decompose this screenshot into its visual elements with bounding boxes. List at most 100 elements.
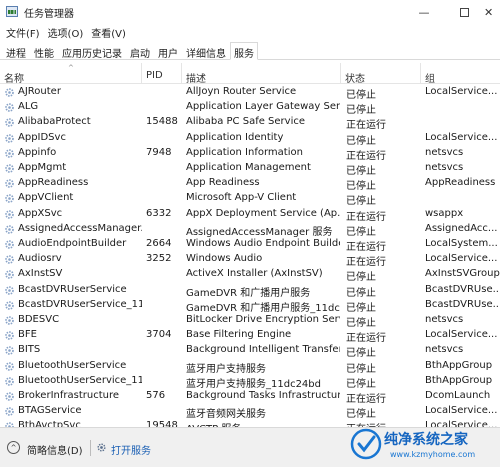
service-description: 蓝牙用户支持服务_11dc24bd (186, 378, 321, 390)
table-row[interactable]: BDESVC BitLocker Drive Encryption Serv...… (0, 313, 500, 329)
service-description: Windows Audio Endpoint Builder (186, 238, 340, 249)
status-divider (90, 440, 91, 456)
table-row[interactable]: ALG Application Layer Gateway Serv... 已停止 (0, 100, 500, 116)
service-status: 正在运行 (346, 333, 386, 345)
service-description: AVCTP 服务 (186, 420, 340, 427)
table-row[interactable]: AppMgmt Application Management 已停止 netsvcs (0, 161, 500, 177)
service-group: BcastDVRUse... (425, 298, 500, 310)
table-row[interactable]: AlibabaProtect 15488 Alibaba PC Safe Servi… (0, 115, 500, 132)
service-group: netsvcs (425, 146, 464, 158)
table-row[interactable]: BTAGService 蓝牙音频网关服务 已停止 LocalService... (0, 404, 500, 420)
service-description: 蓝牙用户支持服务 (186, 363, 266, 375)
service-gear-icon (5, 88, 14, 97)
service-group: netsvcs (425, 344, 464, 356)
table-row[interactable]: Appinfo 7948 Application Information 正在运行 ne… (0, 146, 500, 162)
service-name: BFE (18, 329, 37, 341)
table-row[interactable]: BcastDVRUserService_11... GameDVR 和广播用户服务… (0, 298, 500, 314)
service-description: Application Identity (186, 131, 284, 143)
service-status: 正在运行 (346, 211, 386, 223)
service-name: BthAvctpSvc (18, 420, 81, 427)
table-row[interactable]: AppXSvc 6332 AppX Deployment Service (Ap..… (0, 207, 500, 223)
watermark-logo-icon (350, 428, 382, 460)
service-group: BthAppGroup (425, 359, 493, 371)
service-status: 已停止 (346, 302, 376, 314)
menu-file[interactable]: 文件(F) (4, 24, 42, 41)
service-gear-icon (5, 179, 14, 188)
service-pid: 7948 (146, 146, 172, 158)
table-row[interactable]: AssignedAccessManager... AssignedAccessMa… (0, 222, 500, 238)
table-row[interactable]: BcastDVRUserService GameDVR 和广播用户服务 已停止 Bca… (0, 283, 500, 299)
table-row[interactable]: BITS Background Intelligent Transfer... 已停… (0, 343, 500, 359)
service-pid: 3704 (146, 329, 172, 341)
table-row[interactable]: Audiosrv 3252 Windows Audio 正在运行 LocalServic… (0, 252, 500, 269)
tab-users[interactable]: 用户 (154, 42, 182, 60)
service-status: 已停止 (346, 318, 376, 329)
table-row[interactable]: AppVClient Microsoft App-V Client 已停止 (0, 191, 500, 208)
open-services-link[interactable]: 打开服务 (111, 442, 151, 457)
tab-startup[interactable]: 启动 (126, 42, 154, 60)
service-status: 已停止 (346, 196, 376, 208)
tab-bar: 进程 性能 应用历史记录 启动 用户 详细信息 服务 (0, 42, 500, 60)
service-group: DcomLaunch (425, 390, 491, 401)
menu-bar: 文件(F) 选项(O) 查看(V) (0, 24, 500, 41)
service-description: Windows Audio (186, 253, 263, 265)
service-name: AxInstSV (18, 268, 63, 280)
service-group: BthAppGroup (425, 374, 493, 386)
collapse-chevron-icon[interactable]: ^ (7, 441, 20, 454)
service-status: 正在运行 (346, 257, 386, 269)
table-row[interactable]: AudioEndpointBuilder 2664 Windows Audio En… (0, 237, 500, 253)
maximize-button[interactable] (444, 0, 484, 24)
tab-performance[interactable]: 性能 (30, 42, 58, 60)
column-header-group[interactable]: 组 (421, 63, 500, 85)
column-header-name[interactable]: 名称 (0, 63, 142, 85)
close-button[interactable]: ✕ (484, 0, 500, 24)
service-status: 已停止 (346, 226, 376, 238)
table-row[interactable]: AxInstSV ActiveX Installer (AxInstSV) 已停止 A… (0, 267, 500, 283)
menu-view[interactable]: 查看(V) (89, 24, 128, 41)
table-row[interactable]: BFE 3704 Base Filtering Engine 正在运行 LocalSer… (0, 328, 500, 345)
minimize-button[interactable]: — (404, 0, 444, 24)
service-status: 已停止 (346, 90, 376, 101)
column-header-description[interactable]: 描述 (182, 63, 341, 85)
service-description: Base Filtering Engine (186, 329, 292, 341)
service-description: Application Information (186, 146, 303, 158)
table-row[interactable]: AppReadiness App Readiness 已停止 AppReadiness (0, 176, 500, 192)
column-header-pid[interactable]: PID (142, 63, 182, 84)
tab-details[interactable]: 详细信息 (182, 42, 230, 60)
service-group: LocalSystem... (425, 238, 498, 249)
fewer-details-link[interactable]: 简略信息(D) (27, 442, 83, 457)
column-header-status[interactable]: 状态 (341, 63, 421, 85)
table-row[interactable]: BluetoothUserService 蓝牙用户支持服务 已停止 BthAppGro… (0, 359, 500, 375)
service-name: AssignedAccessManager... (18, 222, 142, 234)
service-pid: 6332 (146, 207, 172, 219)
service-group: netsvcs (425, 162, 464, 173)
service-status: 正在运行 (346, 394, 386, 405)
service-gear-icon (5, 407, 14, 416)
service-description: App Readiness (186, 177, 260, 189)
service-status: 正在运行 (346, 120, 386, 132)
service-group: LocalService... (425, 86, 498, 97)
service-group: netsvcs (425, 314, 464, 325)
service-status: 正在运行 (346, 242, 386, 253)
tab-services[interactable]: 服务 (230, 42, 258, 60)
service-status: 已停止 (346, 378, 376, 390)
service-description: GameDVR 和广播用户服务 (186, 287, 311, 299)
menu-options[interactable]: 选项(O) (46, 24, 86, 41)
service-gear-icon (5, 255, 14, 264)
service-description: AssignedAccessManager 服务 (186, 226, 333, 238)
service-gear-icon (5, 224, 14, 234)
table-row[interactable]: BluetoothUserService_11... 蓝牙用户支持服务_11dc2… (0, 374, 500, 390)
service-name: BDESVC (18, 314, 60, 325)
service-gear-icon (5, 103, 14, 112)
service-group: AppReadiness (425, 177, 496, 189)
service-gear-icon (5, 164, 14, 173)
tab-processes[interactable]: 进程 (2, 42, 30, 60)
service-gear-icon (5, 300, 14, 310)
service-name: AudioEndpointBuilder (18, 238, 127, 249)
table-row[interactable]: AJRouter AllJoyn Router Service 已停止 LocalSe… (0, 85, 500, 101)
service-group: wsappx (425, 207, 464, 219)
tab-app-history[interactable]: 应用历史记录 (58, 42, 126, 60)
table-row[interactable]: AppIDSvc Application Identity 已停止 LocalServ… (0, 131, 500, 147)
service-name: Appinfo (18, 146, 57, 158)
table-row[interactable]: BrokerInfrastructure 576 Background Tasks … (0, 389, 500, 405)
